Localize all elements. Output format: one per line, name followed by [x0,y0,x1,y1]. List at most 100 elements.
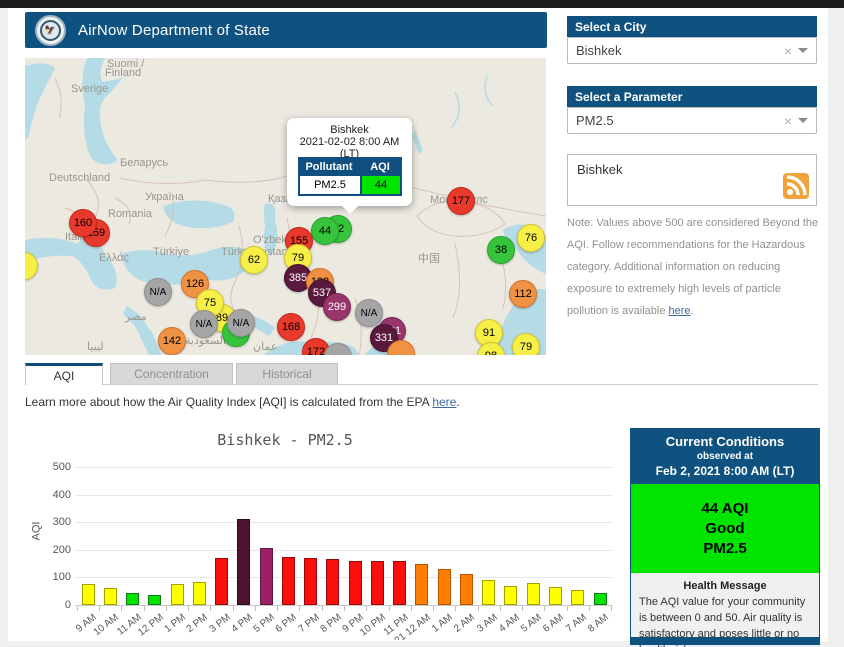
cc-title: Current Conditions [631,434,819,449]
select-parameter-header: Select a Parameter [567,86,817,107]
map-country-label: عمان [253,340,277,353]
map-marker[interactable]: N/A [227,309,255,337]
app-header: 🦅 AirNow Department of State [25,12,547,48]
chart-bar[interactable] [148,595,161,605]
map-country-label: Україна [145,191,184,203]
map-marker[interactable]: 299 [323,293,351,321]
chart-bar[interactable] [215,558,228,605]
chart-gridline [75,577,612,578]
map-marker[interactable]: 62 [240,246,268,274]
current-conditions-header: Current Conditions observed at Feb 2, 20… [631,429,819,484]
popup-pollutant-header: Pollutant [299,158,359,175]
aqi-map[interactable]: Suomi /FinlandSverigeБеларусьDeutschland… [25,58,546,355]
x-tick-mark [166,606,167,611]
city-select[interactable]: Bishkek × [567,37,817,64]
x-tick-mark [77,606,78,611]
map-country-label: Türkiye [153,246,189,258]
y-tick-label: 100 [31,571,71,583]
map-marker[interactable]: N/A [190,310,218,338]
chart-bar[interactable] [260,548,273,605]
x-tick-mark [121,606,122,611]
x-tick-label: 7 AM [564,612,589,635]
chart-bar[interactable] [82,584,95,605]
map-marker[interactable]: 44 [311,217,339,245]
map-marker[interactable]: 142 [158,327,186,355]
y-tick-label: 500 [31,461,71,473]
map-marker[interactable]: 76 [517,224,545,252]
x-tick-mark [344,606,345,611]
x-tick-mark [544,606,545,611]
x-tick-mark [144,606,145,611]
chart-bar[interactable] [193,582,206,605]
epa-here-link[interactable]: here [432,395,456,409]
y-tick-label: 0 [31,599,71,611]
map-marker[interactable]: 168 [277,313,305,341]
cc-footer-bar [631,637,819,644]
chart-bar[interactable] [304,558,317,605]
chart-bar[interactable] [571,590,584,605]
x-tick-mark [478,606,479,611]
cc-datetime: Feb 2, 2021 8:00 AM (LT) [631,464,819,478]
parameter-caret-icon[interactable] [798,118,808,123]
x-tick-mark [366,606,367,611]
chart-bar[interactable] [482,580,495,605]
chart-bar[interactable] [126,593,139,605]
chart-gridline [75,550,612,551]
chart-bar[interactable] [504,586,517,605]
city-caret-icon[interactable] [798,48,808,53]
chart-bar[interactable] [549,587,562,605]
chart-bar[interactable] [527,583,540,605]
cc-health-header: Health Message [639,580,811,592]
chart-bar[interactable] [415,564,428,605]
x-tick-label: 6 PM [274,612,299,635]
epa-line-period: . [456,395,459,409]
chart-bar[interactable] [349,561,362,605]
y-tick-label: 300 [31,516,71,528]
chart-bar[interactable] [171,584,184,605]
map-marker[interactable]: 38 [487,236,515,264]
tab-divider [25,384,818,385]
chart-bar[interactable] [438,569,451,605]
aqi-bar-chart: Bishkek - PM2.5 AQI 01002003004005009 AM… [25,425,625,640]
chart-bar[interactable] [594,593,607,605]
city-clear-icon[interactable]: × [778,43,798,59]
tab-concentration[interactable]: Concentration [110,363,233,385]
chart-title: Bishkek - PM2.5 [25,431,545,449]
map-marker[interactable]: 160 [69,209,97,237]
tab-historical[interactable]: Historical [236,363,338,385]
note-here-link[interactable]: here [669,305,691,317]
tab-aqi[interactable]: AQI [25,363,103,385]
map-country-label: Ελλάς [99,252,129,264]
chart-bar[interactable] [371,561,384,605]
note-text: Note: Values above 500 are considered Be… [567,212,819,322]
x-tick-label: 2 AM [452,612,477,635]
chart-bar[interactable] [237,519,250,605]
chart-bar[interactable] [393,561,406,605]
map-marker[interactable]: N/A [144,278,172,306]
rss-feed-icon[interactable] [783,173,809,199]
chart-bar[interactable] [282,557,295,605]
x-tick-mark [188,606,189,611]
parameter-select[interactable]: PM2.5 × [567,107,817,134]
x-tick-mark [411,606,412,611]
chart-bar[interactable] [460,574,473,605]
airnow-page: 🦅 AirNow Department of State [0,0,844,647]
cc-health-section: Health Message The AQI value for your co… [631,573,819,647]
rss-box: Bishkek [567,154,817,206]
map-marker[interactable]: N/A [355,299,383,327]
map-country-label: 中国 [418,250,440,266]
parameter-select-value: PM2.5 [576,113,778,128]
map-marker[interactable]: 112 [509,280,537,308]
x-tick-label: 3 AM [475,612,500,635]
epa-line: Learn more about how the Air Quality Ind… [25,395,460,409]
chart-bar[interactable] [104,588,117,605]
chart-bar[interactable] [326,559,339,605]
parameter-clear-icon[interactable]: × [778,113,798,129]
y-tick-label: 200 [31,544,71,556]
map-marker[interactable]: 177 [447,187,475,215]
map-marker[interactable]: 79 [512,333,540,355]
cc-pollutant: PM2.5 [631,540,819,557]
x-tick-label: 10 AM [92,612,121,638]
x-tick-mark [255,606,256,611]
x-tick-label: 4 PM [229,612,254,635]
